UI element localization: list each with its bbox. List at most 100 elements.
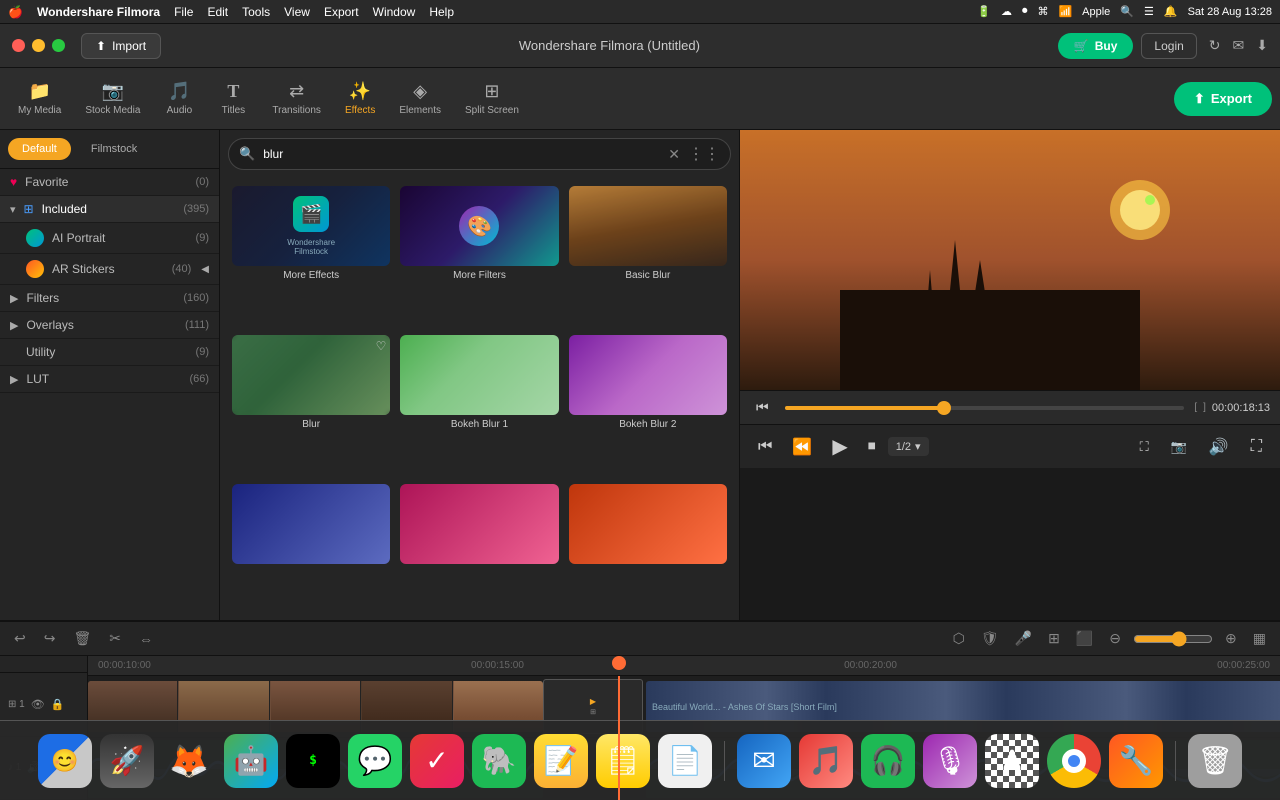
dock-terminal[interactable]: $	[286, 734, 340, 788]
dock-notes[interactable]: 📝	[534, 734, 588, 788]
dock-chess[interactable]: ♟	[985, 734, 1039, 788]
maximize-button[interactable]	[52, 39, 65, 52]
message-icon[interactable]: ✉	[1233, 37, 1245, 54]
menu-tools[interactable]: Tools	[242, 5, 270, 19]
dock-podcasts[interactable]: 🎙	[923, 734, 977, 788]
dock-tasks[interactable]: ✓	[410, 734, 464, 788]
shield-button[interactable]: 🛡	[977, 628, 1003, 649]
dock-toolbox[interactable]: 🔧	[1109, 734, 1163, 788]
undo-button[interactable]: ↩	[10, 628, 30, 649]
dock-stickies[interactable]: 🗒	[596, 734, 650, 788]
step-back-button[interactable]: ⏪	[784, 434, 820, 460]
redo-button[interactable]: ↪	[40, 628, 60, 649]
buy-button[interactable]: 🛒 Buy	[1058, 33, 1134, 59]
volume-button[interactable]: 🔊	[1201, 434, 1237, 460]
dock-launchpad[interactable]: 🚀	[100, 734, 154, 788]
fullscreen-button[interactable]: ⛶	[1132, 436, 1157, 458]
effect-more-filters[interactable]: 🎨 More Filters	[396, 182, 562, 329]
settings-button[interactable]: ⛶	[1243, 435, 1270, 459]
video-lock-icon[interactable]: 🔒	[51, 698, 65, 711]
delete-button[interactable]: 🗑	[69, 628, 95, 649]
toolbar-transitions[interactable]: ⇄ Transitions	[262, 75, 331, 122]
toolbar-stock-media[interactable]: 📷 Stock Media	[75, 75, 150, 122]
sidebar-item-utility[interactable]: Utility (9)	[0, 339, 219, 366]
menu-export[interactable]: Export	[324, 5, 359, 19]
login-button[interactable]: Login	[1141, 33, 1196, 59]
menu-edit[interactable]: Edit	[207, 5, 228, 19]
dock-mail[interactable]: ✉	[737, 734, 791, 788]
dock-whatsapp[interactable]: 💬	[348, 734, 402, 788]
dock-evernote[interactable]: 🐘	[472, 734, 526, 788]
stop-button[interactable]: ⏹	[860, 435, 884, 459]
search-input[interactable]	[263, 147, 660, 161]
grid-view-button[interactable]: ▦	[1249, 628, 1270, 649]
menubar-controlcenter[interactable]: ☰	[1144, 5, 1154, 18]
toolbar-my-media[interactable]: 📁 My Media	[8, 75, 71, 122]
apple-menu[interactable]: 🍎	[8, 5, 23, 19]
effect-basic-blur[interactable]: Basic Blur	[565, 182, 731, 329]
menu-window[interactable]: Window	[373, 5, 416, 19]
toolbar-audio[interactable]: 🎵 Audio	[154, 75, 204, 122]
sidebar-item-ai-portrait[interactable]: AI Portrait (9)	[0, 223, 219, 254]
bracket-end[interactable]: ]	[1203, 402, 1206, 413]
blur-favorite-icon[interactable]: ♡	[376, 339, 387, 353]
toolbar-split-screen[interactable]: ⊞ Split Screen	[455, 75, 529, 122]
progress-bar[interactable]	[785, 406, 1185, 410]
minimize-button[interactable]	[32, 39, 45, 52]
skip-back-button[interactable]: ⏮	[750, 435, 780, 459]
dock-new-document[interactable]: 📄	[658, 734, 712, 788]
refresh-icon[interactable]: ↻	[1209, 37, 1221, 54]
export-button[interactable]: ⬆ Export	[1174, 82, 1272, 116]
sidebar-item-included[interactable]: ▾ ⊞ Included (395)	[0, 196, 219, 223]
tab-filmstock[interactable]: Filmstock	[77, 138, 151, 160]
toolbar-titles[interactable]: T Titles	[208, 75, 258, 122]
sidebar-item-lut[interactable]: ▶ LUT (66)	[0, 366, 219, 393]
adjust-button[interactable]: ⇔	[135, 629, 157, 649]
dock-trash[interactable]: 🗑	[1188, 734, 1242, 788]
dock-firefox[interactable]: 🦊	[162, 734, 216, 788]
effect-more-effects[interactable]: 🎬 WondershareFilmstock More Effects	[228, 182, 394, 329]
dock-chrome[interactable]	[1047, 734, 1101, 788]
sidebar-item-favorite[interactable]: ♥ Favorite (0)	[0, 169, 219, 196]
page-dropdown-icon[interactable]: ▾	[915, 440, 921, 453]
effect-misc-3[interactable]	[565, 480, 731, 616]
menu-file[interactable]: File	[174, 5, 193, 19]
toolbar-elements[interactable]: ◈ Elements	[389, 75, 451, 122]
snapshot-button[interactable]: 📷	[1163, 436, 1195, 458]
menu-help[interactable]: Help	[429, 5, 454, 19]
render-button[interactable]: ⬡	[949, 628, 969, 649]
sidebar-item-filters[interactable]: ▶ Filters (160)	[0, 285, 219, 312]
effect-misc-1[interactable]	[228, 480, 394, 616]
timeline-playhead[interactable]	[618, 676, 620, 800]
cut-button[interactable]: ✂	[105, 628, 125, 649]
download-icon[interactable]: ⬇	[1256, 37, 1268, 54]
clone-button[interactable]: ⬛	[1072, 628, 1097, 649]
menu-view[interactable]: View	[284, 5, 310, 19]
zoom-slider[interactable]	[1133, 631, 1213, 647]
sidebar-item-ar-stickers[interactable]: AR Stickers (40) ◀	[0, 254, 219, 285]
effect-blur[interactable]: ♡ Blur	[228, 331, 394, 478]
progress-thumb[interactable]	[937, 401, 951, 415]
tab-default[interactable]: Default	[8, 138, 71, 160]
minus-button[interactable]: ⊖	[1105, 628, 1125, 649]
effect-misc-2[interactable]	[396, 480, 562, 616]
snap-button[interactable]: ⊞	[1044, 628, 1064, 649]
dock-spotify[interactable]: 🎧	[861, 734, 915, 788]
prev-frame-button[interactable]: ⏮	[750, 397, 775, 418]
video-eye-icon[interactable]: 👁	[31, 698, 45, 711]
search-options-icon[interactable]: ⋮⋮	[688, 144, 720, 164]
sidebar-item-overlays[interactable]: ▶ Overlays (111)	[0, 312, 219, 339]
dock-finder[interactable]: 😊	[38, 734, 92, 788]
effect-bokeh-blur-2[interactable]: Bokeh Blur 2	[565, 331, 731, 478]
effect-bokeh-blur-1[interactable]: Bokeh Blur 1	[396, 331, 562, 478]
search-clear-icon[interactable]: ✕	[668, 146, 680, 163]
import-button[interactable]: ⬆ Import	[81, 33, 161, 59]
bracket-start[interactable]: [	[1194, 402, 1197, 413]
plus-button[interactable]: ⊕	[1221, 628, 1241, 649]
dock-music[interactable]: 🎵	[799, 734, 853, 788]
menubar-notification[interactable]: 🔔	[1164, 5, 1178, 18]
toolbar-effects[interactable]: ✨ Effects	[335, 75, 385, 122]
menubar-search[interactable]: 🔍	[1120, 5, 1134, 18]
mic-button[interactable]: 🎤	[1011, 628, 1036, 649]
close-button[interactable]	[12, 39, 25, 52]
